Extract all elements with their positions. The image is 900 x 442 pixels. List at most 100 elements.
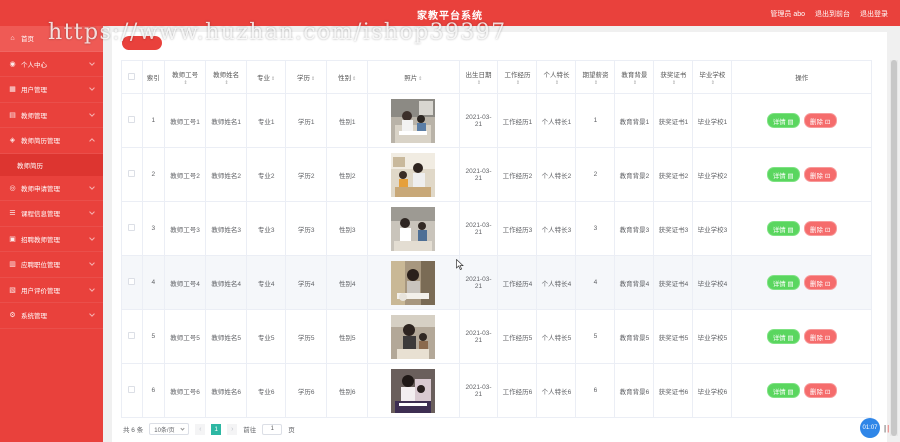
delete-button[interactable]: 删除 ⊡ [803, 167, 837, 182]
admin-user-link[interactable]: 管理员 abo [770, 9, 805, 19]
delete-button[interactable]: 删除 ⊡ [803, 221, 837, 236]
teacher-photo[interactable] [391, 98, 436, 143]
header-cell[interactable]: 专业⇕ [246, 60, 287, 94]
teacher-name-cell: 教师姓名4 [205, 255, 248, 310]
sort-icon[interactable]: ⇕ [271, 76, 275, 82]
row-checkbox[interactable] [128, 116, 136, 123]
certificate-cell: 获奖证书4 [653, 255, 694, 310]
sidebar: ⌂ 首页 ◉ 个人中心 ▦ 用户管理 ▤ 教师管理 ◈ 教师简历管理 教师简历 ◎ 教师申请… [0, 26, 103, 442]
teacher-photo[interactable] [391, 152, 436, 197]
gender-cell: 性别2 [326, 147, 369, 202]
detail-button[interactable]: 详情 ▤ [766, 113, 800, 128]
chevron-up-icon [89, 138, 95, 144]
sort-icon[interactable]: ⇕ [418, 76, 422, 82]
vertical-scrollbar[interactable] [890, 60, 898, 436]
table-row[interactable]: 2 教师工号2 教师姓名2 专业2 学历2 性别2 2021-03- 21 工作经历2 个人特长2… [121, 147, 872, 202]
delete-button[interactable]: 删除 ⊡ [803, 329, 837, 344]
teacher-no-cell: 教师工号6 [164, 363, 207, 418]
row-checkbox[interactable] [128, 224, 136, 231]
goto-page-input[interactable]: 1 [262, 423, 283, 435]
edu-background-cell: 教育背景2 [614, 147, 655, 202]
sidebar-item-resumes[interactable]: ◈ 教师简历管理 [0, 128, 103, 154]
sort-icon[interactable]: ⇕ [183, 80, 187, 86]
sidebar-item-label: 招聘教师管理 [21, 236, 60, 244]
header-cell[interactable]: 工作经历 ⇕ [497, 60, 538, 94]
scrollbar-thumb[interactable] [891, 60, 897, 436]
teacher-photo[interactable] [391, 260, 436, 305]
row-checkbox[interactable] [128, 170, 136, 177]
header-cell[interactable]: 出生日期 ⇕ [458, 60, 499, 94]
sort-icon[interactable]: ⇕ [311, 76, 315, 82]
header-cell[interactable]: 教师姓名 ⇕ [205, 60, 248, 94]
sort-icon[interactable]: ⇕ [711, 80, 715, 86]
header-cell[interactable]: 学历⇕ [285, 60, 328, 94]
table-header-row: 索引 教师工号 ⇕ 教师姓名 ⇕ 专业⇕ 学历⇕ 性别⇕ 照片⇕ 出生日期 ⇕ 工作经… [121, 60, 872, 94]
delete-button[interactable]: 删除 ⊡ [803, 383, 837, 398]
row-select-cell [121, 309, 143, 364]
work-history-cell: 工作经历2 [497, 147, 538, 202]
sidebar-item-users[interactable]: ▦ 用户管理 [0, 77, 103, 103]
page-size-select[interactable]: 10条/页 [149, 423, 190, 435]
header-cell[interactable]: 教育背景 ⇕ [614, 60, 655, 94]
sidebar-item-courses[interactable]: ☰ 课程信息管理 [0, 201, 103, 227]
teacher-photo[interactable] [391, 206, 436, 251]
header-cell[interactable]: 性别⇕ [326, 60, 369, 94]
pagination: 共 6 条 10条/页 ‹ 1 › 前往 1 页 [123, 423, 295, 435]
sidebar-item-teachers[interactable]: ▤ 教师管理 [0, 103, 103, 128]
table-row[interactable]: 1 教师工号1 教师姓名1 专业1 学历1 性别1 2021-03- 21 工作经历1 个人特长1… [121, 93, 872, 148]
table-row[interactable]: 4 教师工号4 教师姓名4 专业4 学历4 性别4 2021-03- 21 工作经历4 个人特长4… [121, 255, 872, 310]
index-cell: 4 [141, 255, 166, 310]
sort-icon[interactable]: ⇕ [352, 76, 356, 82]
sort-icon[interactable]: ⇕ [477, 80, 481, 86]
select-all-checkbox[interactable] [128, 72, 136, 80]
prev-page-button[interactable]: ‹ [195, 423, 206, 435]
app-title: 家教平台系统 [417, 11, 483, 22]
header-cell[interactable]: 毕业学校 ⇕ [692, 60, 733, 94]
sidebar-item-home[interactable]: ⌂ 首页 [0, 26, 103, 52]
row-checkbox[interactable] [128, 278, 136, 285]
home-tab[interactable] [122, 36, 162, 50]
sidebar-item-positions[interactable]: ▥ 应聘职位管理 [0, 252, 103, 278]
photo-cell [367, 93, 460, 148]
sort-icon[interactable]: ⇕ [516, 80, 520, 86]
teacher-photo[interactable] [391, 368, 436, 413]
header-cell[interactable]: 教师工号 ⇕ [164, 60, 207, 94]
table-row[interactable]: 6 教师工号6 教师姓名6 专业6 学历6 性别6 2021-03- 21 工作经历6 个人特长6… [121, 363, 872, 418]
detail-button[interactable]: 详情 ▤ [766, 221, 800, 236]
page-number-current[interactable]: 1 [211, 423, 222, 435]
header-cell[interactable]: 照片⇕ [367, 60, 460, 94]
logout-link[interactable]: 退出登录 [860, 9, 888, 19]
row-checkbox[interactable] [128, 332, 136, 339]
delete-button[interactable]: 删除 ⊡ [803, 113, 837, 128]
sidebar-subitem-resume[interactable]: 教师简历 [0, 153, 103, 176]
sidebar-item-system[interactable]: ⚙ 系统管理 [0, 303, 103, 329]
table-row[interactable]: 5 教师工号5 教师姓名5 专业5 学历5 性别5 2021-03- 21 工作经历5 个人特长5… [121, 309, 872, 364]
next-page-button[interactable]: › [227, 423, 238, 435]
sidebar-item-label: 用户评价管理 [21, 287, 60, 295]
teacher-photo[interactable] [391, 314, 436, 359]
sort-icon[interactable]: ⇕ [225, 80, 229, 86]
detail-button[interactable]: 详情 ▤ [766, 383, 800, 398]
header-cell[interactable]: 期望薪资 ⇕ [575, 60, 616, 94]
detail-button[interactable]: 详情 ▤ [766, 275, 800, 290]
sidebar-item-applications[interactable]: ◎ 教师申请管理 [0, 176, 103, 201]
header-label: 获奖证书 [660, 71, 687, 79]
total-count: 共 6 条 [123, 427, 144, 434]
front-end-link[interactable]: 退出到前台 [815, 9, 850, 19]
header-cell[interactable]: 获奖证书 ⇕ [653, 60, 694, 94]
sidebar-item-reviews[interactable]: ▧ 用户评价管理 [0, 278, 103, 303]
sidebar-item-recruit[interactable]: ▣ 招聘教师管理 [0, 227, 103, 252]
detail-button[interactable]: 详情 ▤ [766, 329, 800, 344]
row-checkbox[interactable] [128, 386, 136, 393]
sort-icon[interactable]: ⇕ [555, 80, 559, 86]
education-cell: 学历5 [285, 309, 328, 364]
detail-button[interactable]: 详情 ▤ [766, 167, 800, 182]
sort-icon[interactable]: ⇕ [594, 80, 598, 86]
header-cell[interactable]: 个人特长 ⇕ [536, 60, 577, 94]
teacher-name-cell: 教师姓名1 [205, 93, 248, 148]
sort-icon[interactable]: ⇕ [672, 80, 676, 86]
table-row[interactable]: 3 教师工号3 教师姓名3 专业3 学历3 性别3 2021-03- 21 工作经历3 个人特长3… [121, 201, 872, 256]
sort-icon[interactable]: ⇕ [633, 80, 637, 86]
sidebar-item-profile[interactable]: ◉ 个人中心 [0, 52, 103, 77]
delete-button[interactable]: 删除 ⊡ [803, 275, 837, 290]
